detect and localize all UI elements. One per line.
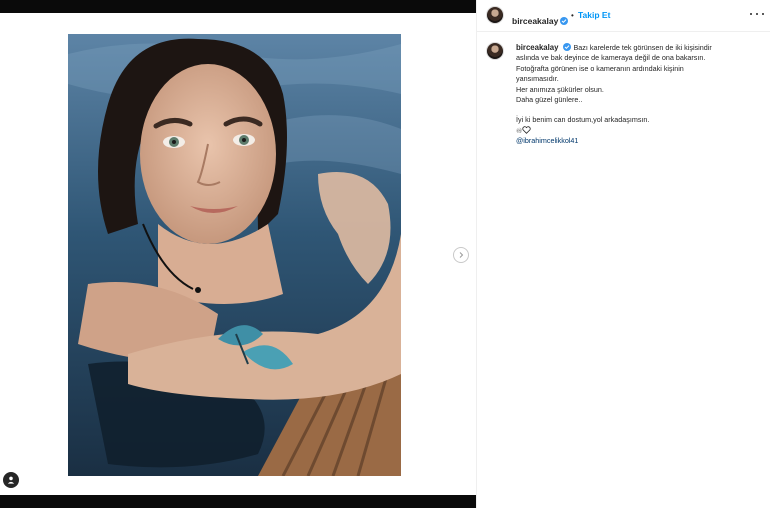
follow-button[interactable]: Takip Et: [578, 10, 610, 20]
caption-line: İyi ki benim can dostum,yol arkadaşımsın…: [516, 115, 650, 125]
avatar[interactable]: [486, 6, 504, 24]
caption-avatar[interactable]: [486, 42, 504, 60]
caption-line: Daha güzel günlere..: [516, 95, 583, 105]
more-options-button[interactable]: [750, 8, 764, 20]
heart-icon: [522, 126, 532, 134]
next-photo-button[interactable]: [453, 247, 469, 263]
post-photo[interactable]: [68, 34, 401, 476]
post-sidebar: birceakalay • Takip Et birceakalay Bazı …: [476, 0, 770, 508]
letterbox-bottom: [0, 495, 476, 508]
letterbox-top: [0, 0, 476, 13]
chevron-right-icon: [459, 252, 464, 258]
header-username[interactable]: birceakalay: [512, 11, 569, 29]
mention-link[interactable]: @ibrahimcelikkol41: [516, 136, 578, 145]
post-header: birceakalay • Takip Et: [477, 0, 770, 32]
tagged-users-button[interactable]: [3, 472, 19, 488]
user-icon: [7, 476, 15, 484]
caption-heart-line: ♾: [516, 126, 726, 136]
post-caption: birceakalay Bazı karelerde tek görünsen …: [516, 43, 726, 147]
caption-line: Fotoğrafta görünen ise o kameranın ardın…: [516, 63, 684, 73]
verified-badge-icon: [560, 17, 569, 25]
username-label[interactable]: birceakalay: [512, 16, 558, 26]
caption-username[interactable]: birceakalay: [516, 43, 558, 52]
separator-dot: •: [571, 11, 574, 20]
post-dialog: birceakalay • Takip Et birceakalay Bazı …: [0, 0, 770, 508]
more-horizontal-icon: [750, 12, 753, 16]
caption-line: Bazı karelerde tek görünsen de iki kişis…: [573, 43, 712, 52]
verified-badge-icon: [563, 43, 572, 51]
caption-line: Her anımıza şükürler olsun.: [516, 84, 604, 94]
caption-line: aslında ve bak deyince de kameraya değil…: [516, 53, 706, 63]
media-pane: [0, 0, 476, 508]
caption-line: yansımasıdır.: [516, 74, 559, 84]
